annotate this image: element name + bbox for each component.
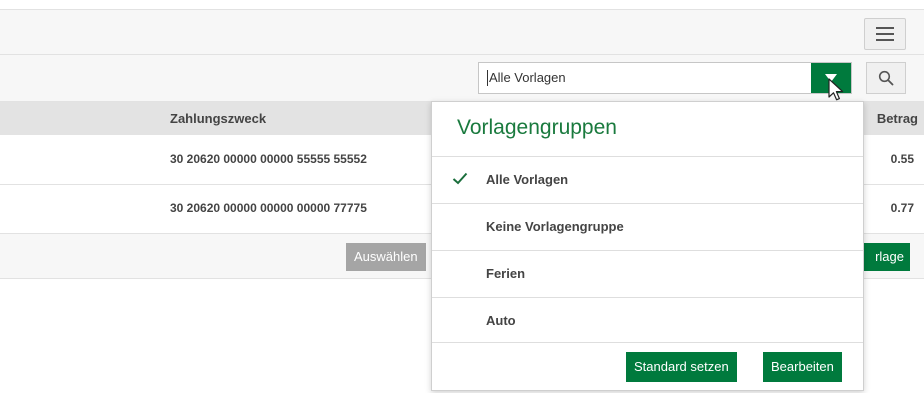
mouse-cursor-icon [828,78,844,101]
row-betrag: 0.77 [890,201,914,215]
dropdown-item-label: Keine Vorlagengruppe [486,219,624,234]
set-default-button[interactable]: Standard setzen [626,352,737,382]
row-zahlungszweck: 30 20620 00000 00000 55555 55552 [170,152,367,166]
template-group-select[interactable]: Alle Vorlagen [478,62,852,94]
menu-button[interactable] [864,18,906,50]
column-header-betrag[interactable]: Betrag [877,111,918,126]
search-button[interactable] [866,62,906,94]
dropdown-title: Vorlagengruppen [457,116,617,139]
dropdown-item-ferien[interactable]: Ferien [432,250,863,298]
hamburger-icon [876,27,894,41]
top-toolbar [0,9,924,55]
filter-bar: Alle Vorlagen [0,55,924,102]
dropdown-item-keine-vorlagengruppe[interactable]: Keine Vorlagengruppe [432,203,863,251]
dropdown-item-alle-vorlagen[interactable]: Alle Vorlagen [432,156,863,204]
dropdown-footer: Standard setzen Bearbeiten [432,342,863,393]
dropdown-item-auto[interactable]: Auto [432,297,863,345]
edit-button[interactable]: Bearbeiten [763,352,842,382]
dropdown-item-label: Auto [486,313,516,328]
column-header-zahlungszweck[interactable]: Zahlungszweck [170,111,266,126]
row-betrag: 0.55 [890,152,914,166]
search-icon [878,70,894,86]
row-zahlungszweck: 30 20620 00000 00000 00000 77775 [170,201,367,215]
dropdown-item-label: Alle Vorlagen [486,172,569,187]
select-button[interactable]: Auswählen [346,243,426,271]
template-group-dropdown: Vorlagengruppen Alle Vorlagen Keine Vorl… [431,101,864,391]
checkmark-icon [452,172,468,185]
dropdown-item-label: Ferien [486,266,526,281]
template-group-select-value[interactable]: Alle Vorlagen [487,70,566,86]
